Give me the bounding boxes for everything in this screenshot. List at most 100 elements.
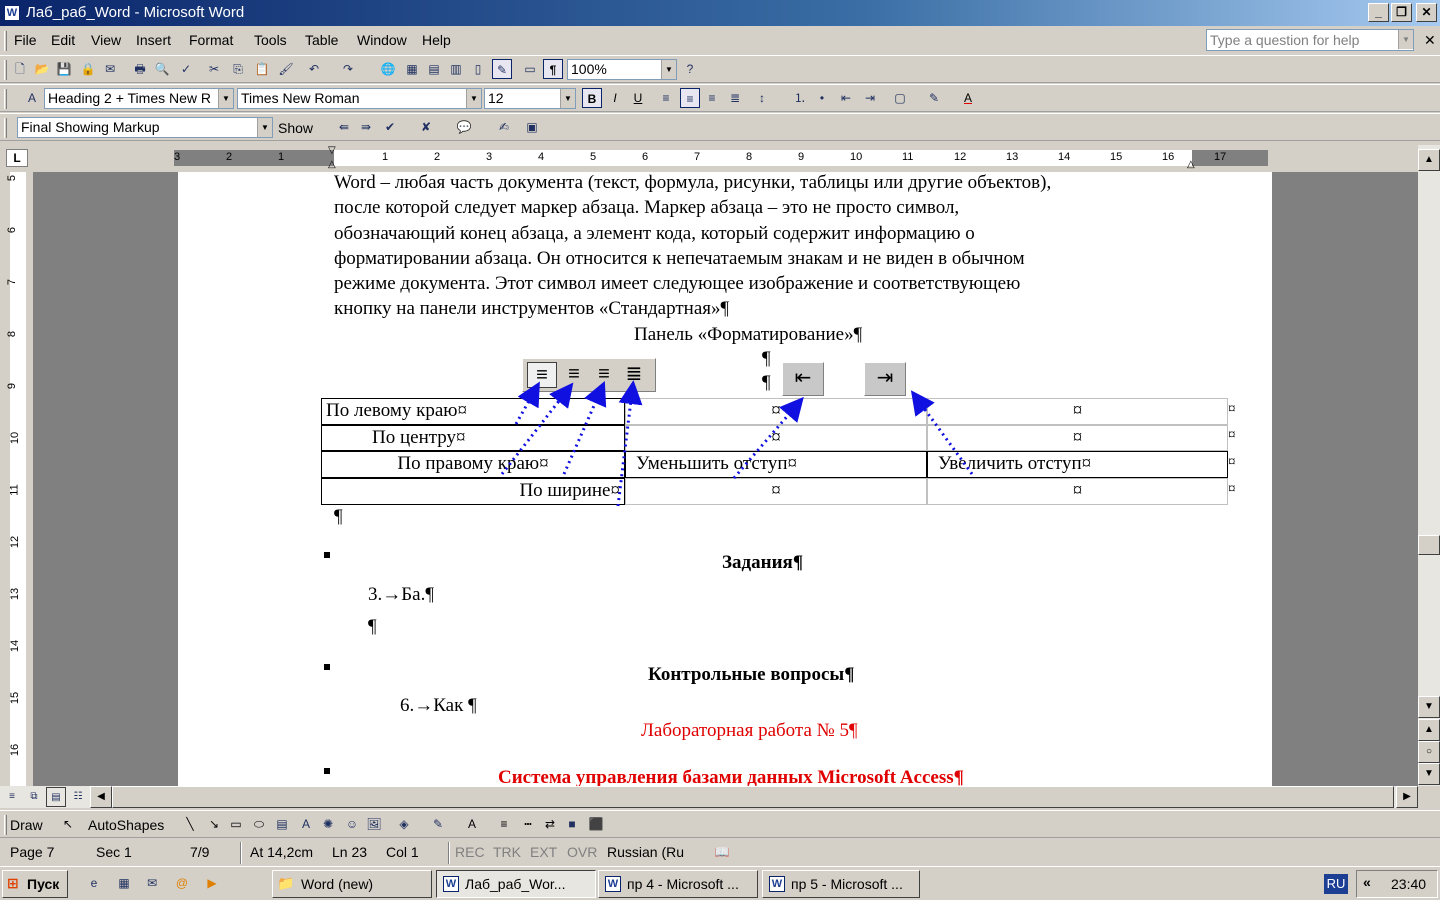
hyperlink-icon[interactable]: 🌐 [378,59,398,79]
clip-art-icon[interactable]: ☺ [342,814,362,834]
reject-change-icon[interactable]: ✘ [416,117,436,137]
horizontal-scroll-thumb[interactable] [112,786,1394,808]
messenger-icon[interactable]: @ [172,873,192,893]
diagram-icon[interactable]: ✺ [318,814,338,834]
hanging-indent-marker[interactable]: △ [328,159,336,170]
draw-font-color-icon[interactable]: A [462,814,482,834]
toolbar-grip[interactable] [4,60,7,80]
format-painter-icon[interactable]: 🖌 [276,59,296,79]
paste-icon[interactable]: 📋 [252,59,272,79]
vertical-ruler[interactable]: 5 6 7 8 9 10 11 12 13 14 15 16 [0,172,33,786]
copy-icon[interactable]: ⎘ [228,59,248,79]
previous-change-icon[interactable]: ⇚ [334,117,354,137]
save-icon[interactable]: 💾 [54,59,74,79]
tab-selector[interactable]: L [6,149,28,167]
outline-view-icon[interactable]: ☷ [68,787,88,807]
numbering-icon[interactable]: ⒈ [790,88,810,108]
task-lab-rab[interactable]: W Лаб_раб_Wor... [436,870,596,898]
task-word-new[interactable]: 📁 Word (new) [272,870,432,898]
borders-icon[interactable]: ▢ [890,88,910,108]
menu-format[interactable]: Format [189,32,233,48]
menu-edit[interactable]: Edit [51,32,75,48]
menu-table[interactable]: Table [305,32,338,48]
arrow-icon[interactable]: ↘ [204,814,224,834]
menu-window[interactable]: Window [357,32,407,48]
align-right-icon[interactable]: ≡ [702,88,722,108]
menu-grip[interactable] [4,31,7,51]
font-select[interactable]: Times New Roman ▼ [237,88,482,109]
decrease-indent-icon[interactable]: ⇤ [836,88,856,108]
scroll-thumb[interactable] [1418,535,1440,555]
line-spacing-icon[interactable]: ↕ [752,88,772,108]
3d-icon[interactable]: ⬛ [586,814,606,834]
menu-help[interactable]: Help [422,32,451,48]
minimize-button[interactable]: _ [1368,3,1389,22]
status-rec[interactable]: REC [455,844,485,860]
help-search-input[interactable]: Type a question for help ▼ [1206,29,1414,51]
ie-icon[interactable]: e [84,873,104,893]
bullets-icon[interactable]: • [812,88,832,108]
autoshapes-menu[interactable]: AutoShapes [88,817,164,833]
spelling-icon[interactable]: ✓ [176,59,196,79]
insert-table-icon[interactable]: ▤ [424,59,444,79]
zoom-select[interactable]: 100% ▼ [567,59,677,80]
next-page-button[interactable]: ▼ [1418,763,1440,785]
tables-borders-icon[interactable]: ▦ [402,59,422,79]
track-changes-icon[interactable]: ✍ [494,117,514,137]
highlight-icon[interactable]: ✎ [924,88,944,108]
show-hide-icon[interactable]: ¶ [543,59,563,79]
font-color-icon[interactable]: A [958,88,978,108]
font-size-dropdown-icon[interactable]: ▼ [560,89,575,108]
status-ext[interactable]: EXT [530,844,557,860]
media-player-icon[interactable]: ▶ [202,873,222,893]
menu-insert[interactable]: Insert [136,32,171,48]
email-icon[interactable]: ✉ [100,59,120,79]
start-button[interactable]: ⊞ Пуск [2,870,68,898]
line-color-icon[interactable]: ✎ [428,814,448,834]
align-left-icon[interactable]: ≡ [656,88,676,108]
show-menu[interactable]: Show [278,120,313,136]
style-dropdown-icon[interactable]: ▼ [218,89,233,108]
task-pr5[interactable]: W пр 5 - Microsoft ... [762,870,920,898]
menu-close-doc-icon[interactable]: ✕ [1424,32,1436,49]
first-line-indent-marker[interactable]: ▽ [328,145,336,156]
styles-icon[interactable]: A [22,88,42,108]
reviewing-pane-icon[interactable]: ▣ [522,117,542,137]
arrow-style-icon[interactable]: ⇄ [540,814,560,834]
status-trk[interactable]: TRK [493,844,521,860]
print-preview-icon[interactable]: 🔍 [152,59,172,79]
spelling-status-icon[interactable]: 📖 [712,842,732,862]
language-indicator[interactable]: RU [1324,874,1348,894]
horizontal-scrollbar[interactable]: ≡ ⧉ ▤ ☷ ◀ ▶ [0,786,1418,808]
fill-color-icon[interactable]: ◈ [394,814,414,834]
print-icon[interactable]: 🖶 [130,59,150,79]
status-ovr[interactable]: OVR [567,844,597,860]
previous-page-button[interactable]: ▲ [1418,719,1440,741]
insert-comment-icon[interactable]: 💬 [454,117,474,137]
oval-icon[interactable]: ⬭ [249,814,269,834]
right-indent-marker[interactable]: △ [1187,159,1195,170]
columns-icon[interactable]: ▯ [468,59,488,79]
justify-icon[interactable]: ≣ [725,88,745,108]
redo-icon[interactable]: ↷ [338,59,358,79]
select-objects-icon[interactable]: ↖ [58,814,78,834]
draw-menu[interactable]: Draw [10,817,43,833]
desktop-icon[interactable]: ▦ [114,873,134,893]
scroll-left-button[interactable]: ◀ [90,786,112,808]
increase-indent-icon[interactable]: ⇥ [860,88,880,108]
scroll-up-button[interactable]: ▲ [1418,149,1440,171]
markup-dropdown-icon[interactable]: ▼ [257,118,272,137]
scroll-right-button[interactable]: ▶ [1396,786,1418,808]
toolbar-grip-3[interactable] [4,118,7,138]
accept-change-icon[interactable]: ✔ [380,117,400,137]
task-pr4[interactable]: W пр 4 - Microsoft ... [598,870,758,898]
insert-excel-icon[interactable]: ▥ [446,59,466,79]
undo-icon[interactable]: ↶ [304,59,324,79]
picture-icon[interactable]: 🖼 [364,814,384,834]
text-box-icon[interactable]: ▤ [272,814,292,834]
font-size-select[interactable]: 12 ▼ [484,88,576,109]
toolbar-grip-4[interactable] [4,815,7,835]
style-select[interactable]: Heading 2 + Times New R ▼ [44,88,234,109]
word-app-icon[interactable]: W [4,5,20,21]
shadow-icon[interactable]: ■ [562,814,582,834]
